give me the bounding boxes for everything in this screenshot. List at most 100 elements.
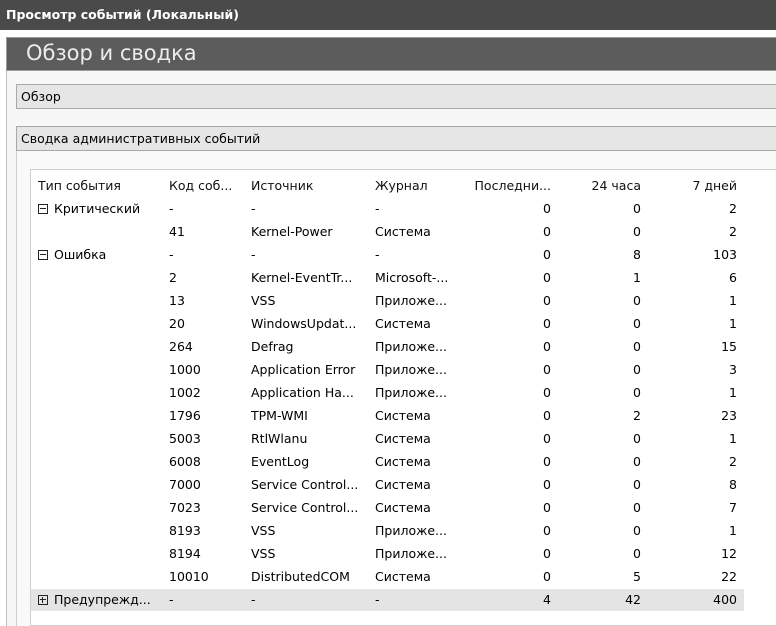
table-group-row[interactable]: Ошибка - - - 0 8 103 [31,244,744,266]
cell-source: Application Error [251,362,356,377]
column-header-last-hour[interactable]: Последни... [465,175,551,197]
cell-type [38,290,158,312]
column-header-type[interactable]: Тип события [38,175,158,197]
cell-log: Приложе... [375,362,447,377]
cell-last-hour: 0 [543,339,551,354]
cell-type [38,336,158,358]
cell-type [38,520,158,542]
cell-source: TPM-WMI [251,408,308,423]
cell-24-hours: 2 [633,408,641,423]
cell-last-hour: 0 [543,569,551,584]
table-row[interactable]: 8193 VSS Приложе... 0 0 1 [31,520,744,542]
table-row[interactable]: 1796 TPM-WMI Система 0 2 23 [31,405,744,427]
column-header-code[interactable]: Код соб... [169,175,244,197]
cell-24-hours: 0 [633,385,641,400]
column-header-24-hours[interactable]: 24 часа [559,175,641,197]
cell-code: 5003 [169,431,201,446]
cell-7-days: 1 [729,293,737,308]
cell-code: 264 [169,339,193,354]
section-admin-summary-header[interactable]: Сводка административных событий [16,126,776,151]
column-header-source[interactable]: Источник [251,175,371,197]
cell-7-days: 12 [721,546,737,561]
group-label: Предупрежд... [54,592,151,607]
cell-code: 1002 [169,385,201,400]
table-row[interactable]: 1002 Application Ha... Приложе... 0 0 1 [31,382,744,404]
table-row[interactable]: 2 Kernel-EventTr... Microsoft-... 0 1 6 [31,267,744,289]
group-label: Критический [54,201,141,216]
cell-type [38,451,158,473]
cell-24-hours: 0 [633,339,641,354]
cell-24-hours: 8 [633,247,641,262]
table-group-row[interactable]: Критический - - - 0 0 2 [31,198,744,220]
table-row[interactable]: 20 WindowsUpdat... Система 0 0 1 [31,313,744,335]
cell-log: Система [375,316,431,331]
cell-source: RtlWlanu [251,431,308,446]
cell-source: Service Control... [251,477,359,492]
column-header-log[interactable]: Журнал [375,175,465,197]
cell-last-hour: 0 [543,362,551,377]
table-row[interactable]: 5003 RtlWlanu Система 0 0 1 [31,428,744,450]
cell-source: - [251,592,256,607]
cell-type: Критический [38,198,158,220]
window-title: Просмотр событий (Локальный) [0,0,776,30]
collapse-icon[interactable] [38,204,48,214]
cell-source: Application Ha... [251,385,354,400]
cell-code: 8193 [169,523,201,538]
cell-7-days: 2 [729,224,737,239]
cell-log: Система [375,454,431,469]
cell-type: Предупрежд... [38,589,158,611]
cell-source: EventLog [251,454,310,469]
cell-code: - [169,592,174,607]
table-row[interactable]: 10010 DistributedCOM Система 0 5 22 [31,566,744,588]
cell-log: Система [375,500,431,515]
cell-last-hour: 0 [543,201,551,216]
table-header-row: Тип события Код соб... Источник Журнал П… [31,175,744,197]
cell-source: Kernel-Power [251,224,333,239]
cell-last-hour: 0 [543,477,551,492]
cell-source: VSS [251,546,276,561]
table-row[interactable]: 7000 Service Control... Система 0 0 8 [31,474,744,496]
cell-7-days: 103 [713,247,737,262]
cell-7-days: 7 [729,500,737,515]
table-row[interactable]: 7023 Service Control... Система 0 0 7 [31,497,744,519]
cell-7-days: 2 [729,454,737,469]
cell-24-hours: 0 [633,201,641,216]
cell-type [38,566,158,588]
cell-7-days: 1 [729,431,737,446]
table-row[interactable]: 13 VSS Приложе... 0 0 1 [31,290,744,312]
cell-last-hour: 0 [543,270,551,285]
cell-last-hour: 0 [543,293,551,308]
cell-code: 1000 [169,362,201,377]
cell-code: 13 [169,293,185,308]
cell-7-days: 1 [729,523,737,538]
cell-24-hours: 0 [633,362,641,377]
expand-icon[interactable] [38,595,48,605]
cell-7-days: 1 [729,316,737,331]
cell-7-days: 6 [729,270,737,285]
table-row[interactable]: 264 Defrag Приложе... 0 0 15 [31,336,744,358]
column-header-7-days[interactable]: 7 дней [651,175,737,197]
cell-7-days: 8 [729,477,737,492]
cell-log: Приложе... [375,546,447,561]
table-row[interactable]: 6008 EventLog Система 0 0 2 [31,451,744,473]
cell-type [38,543,158,565]
cell-24-hours: 0 [633,431,641,446]
table-row[interactable]: 1000 Application Error Приложе... 0 0 3 [31,359,744,381]
cell-last-hour: 4 [543,592,551,607]
cell-code: 41 [169,224,185,239]
cell-log: Система [375,569,431,584]
cell-code: 8194 [169,546,201,561]
table-row[interactable]: 41 Kernel-Power Система 0 0 2 [31,221,744,243]
table-group-row[interactable]: Предупрежд... - - - 4 42 400 [31,589,744,611]
collapse-icon[interactable] [38,250,48,260]
section-overview-header[interactable]: Обзор [16,84,776,109]
cell-24-hours: 0 [633,224,641,239]
cell-7-days: 15 [721,339,737,354]
cell-type [38,474,158,496]
table-row[interactable]: 8194 VSS Приложе... 0 0 12 [31,543,744,565]
cell-7-days: 1 [729,385,737,400]
cell-type: Ошибка [38,244,158,266]
cell-type [38,382,158,404]
cell-code: 2 [169,270,177,285]
cell-7-days: 3 [729,362,737,377]
